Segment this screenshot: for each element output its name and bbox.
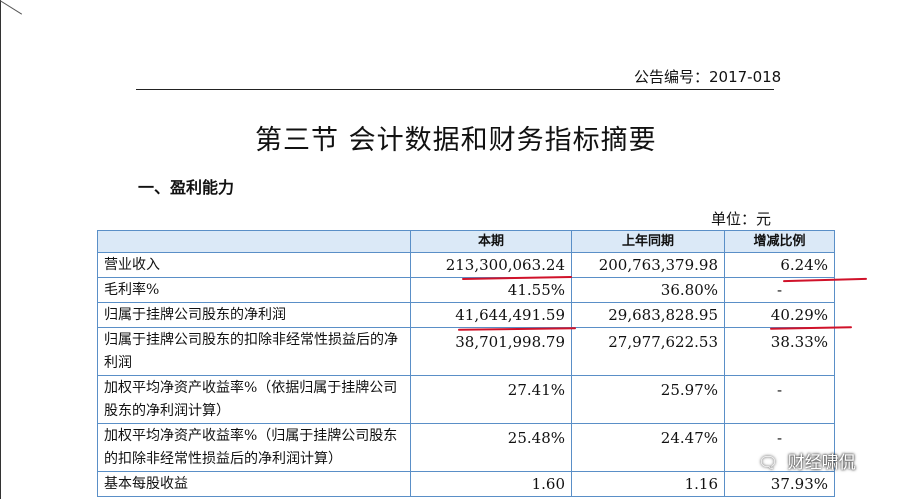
table-row: 归属于挂牌公司股东的净利润 41,644,491.59 29,683,828.9…	[97, 302, 835, 328]
financial-summary-table: 本期 上年同期 增减比例 营业收入 213,300,063.24 200,763…	[97, 230, 835, 497]
row-current: 25.48%	[410, 423, 572, 472]
row-change: -	[724, 277, 835, 303]
header-previous: 上年同期	[571, 230, 725, 253]
row-item: 加权平均净资产收益率%（归属于挂牌公司股东的扣除非经常性损益后的净利润计算）	[97, 423, 411, 472]
announcement-number: 公告编号：2017-018	[634, 68, 782, 86]
unit-label: 单位：元	[711, 210, 772, 228]
row-previous: 27,977,622.53	[571, 327, 725, 376]
row-current: 213,300,063.24	[410, 252, 572, 278]
row-current: 41.55%	[410, 277, 572, 303]
table-row: 加权平均净资产收益率%（归属于挂牌公司股东的扣除非经常性损益后的净利润计算） 2…	[97, 423, 835, 472]
row-item: 营业收入	[97, 252, 411, 278]
table-row: 毛利率% 41.55% 36.80% -	[97, 277, 835, 303]
row-item: 归属于挂牌公司股东的扣除非经常性损益后的净利润	[97, 327, 411, 376]
row-change: -	[724, 375, 835, 424]
page-title: 第三节 会计数据和财务指标摘要	[255, 125, 657, 156]
watermark-text: 财经啸侃	[787, 453, 856, 473]
row-item: 毛利率%	[97, 277, 411, 303]
wechat-icon: 🗨	[758, 453, 779, 472]
row-change: 38.33%	[724, 327, 835, 376]
table-row: 基本每股收益 1.60 1.16 37.93%	[97, 471, 835, 497]
section-heading: 一、盈利能力	[138, 178, 235, 197]
row-change: 6.24%	[724, 252, 835, 278]
row-current: 38,701,998.79	[410, 327, 572, 376]
row-current: 41,644,491.59	[410, 302, 572, 328]
row-item: 归属于挂牌公司股东的净利润	[97, 302, 411, 328]
header-change: 增减比例	[724, 230, 835, 253]
page-left-edge	[0, 0, 1, 499]
row-change: 40.29%	[724, 302, 835, 328]
header-current: 本期	[410, 230, 572, 253]
header-rule	[136, 89, 774, 90]
header-item	[97, 230, 411, 253]
table-row: 加权平均净资产收益率%（依据归属于挂牌公司股东的净利润计算） 27.41% 25…	[97, 375, 835, 424]
row-previous: 200,763,379.98	[571, 252, 725, 278]
row-previous: 36.80%	[571, 277, 725, 303]
row-previous: 29,683,828.95	[571, 302, 725, 328]
table-header-row: 本期 上年同期 增减比例	[97, 230, 835, 253]
row-item: 基本每股收益	[97, 471, 411, 497]
page-corner-fold	[0, 0, 23, 15]
row-previous: 25.97%	[571, 375, 725, 424]
table-row: 归属于挂牌公司股东的扣除非经常性损益后的净利润 38,701,998.79 27…	[97, 327, 835, 376]
watermark: 🗨 财经啸侃	[758, 448, 856, 473]
row-previous: 24.47%	[571, 423, 725, 472]
row-change: 37.93%	[724, 471, 835, 497]
row-current: 27.41%	[410, 375, 572, 424]
row-current: 1.60	[410, 471, 572, 497]
row-item: 加权平均净资产收益率%（依据归属于挂牌公司股东的净利润计算）	[97, 375, 411, 424]
row-previous: 1.16	[571, 471, 725, 497]
table-row: 营业收入 213,300,063.24 200,763,379.98 6.24%	[97, 252, 835, 278]
